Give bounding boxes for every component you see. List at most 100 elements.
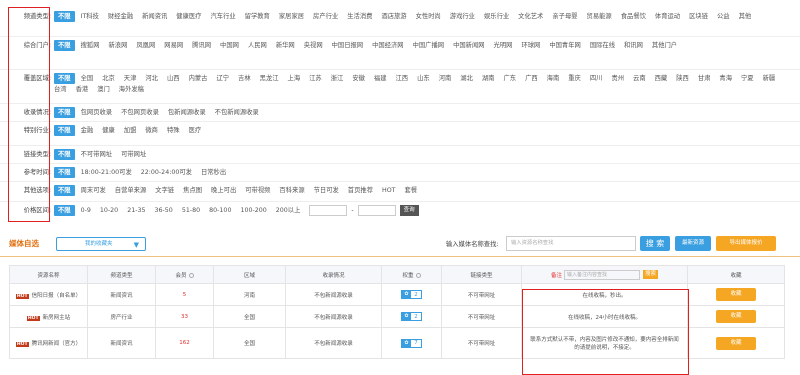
filter-option[interactable]: 新浪网 <box>108 40 127 51</box>
remark-search-button[interactable]: 搜索 <box>643 270 659 279</box>
filter-option[interactable]: 21-35 <box>127 205 145 216</box>
filter-option[interactable]: 重庆 <box>568 73 581 84</box>
filter-option[interactable]: 搜狐网 <box>81 40 100 51</box>
filter-option[interactable]: 医疗 <box>189 125 202 136</box>
filter-option[interactable]: 中国经济网 <box>372 40 403 51</box>
filter-option[interactable]: 22:00-24:00可发 <box>141 167 192 178</box>
favorite-button[interactable]: 收藏 <box>716 288 756 301</box>
filter-option[interactable]: 不包新闻源收录 <box>215 107 259 118</box>
filter-option[interactable]: HOT <box>382 185 396 196</box>
filter-option[interactable]: 宁夏 <box>741 73 754 84</box>
cell-name[interactable]: HOT 腾讯网新闻（官方） <box>9 327 88 359</box>
filter-option[interactable]: IT科技 <box>81 11 99 22</box>
filter-option[interactable]: 51-80 <box>182 205 200 216</box>
filter-option[interactable]: 公益 <box>717 11 730 22</box>
filter-option[interactable]: 山东 <box>417 73 430 84</box>
filter-option[interactable]: 香港 <box>76 84 89 95</box>
filter-option[interactable]: 游戏行业 <box>450 11 475 22</box>
filter-option[interactable]: 江西 <box>396 73 409 84</box>
filter-option[interactable]: 金融 <box>81 125 94 136</box>
filter-option[interactable]: 四川 <box>590 73 603 84</box>
filter-option[interactable]: 青海 <box>719 73 732 84</box>
filter-option[interactable]: 广东 <box>503 73 516 84</box>
filter-option[interactable]: 可带网址 <box>121 149 146 160</box>
filter-option[interactable]: 贸易能源 <box>587 11 612 22</box>
filter-option[interactable]: 天津 <box>124 73 137 84</box>
filter-option[interactable]: 生活消费 <box>347 11 372 22</box>
filter-option[interactable]: 和讯网 <box>624 40 643 51</box>
filter-unlimited[interactable]: 不限 <box>54 73 75 84</box>
filter-option[interactable]: 新疆 <box>763 73 776 84</box>
filter-option[interactable]: 酒店旅游 <box>381 11 406 22</box>
filter-option[interactable]: 不包网页收录 <box>121 107 159 118</box>
filter-option[interactable]: 山西 <box>167 73 180 84</box>
filter-option[interactable]: 女性时尚 <box>416 11 441 22</box>
filter-option[interactable]: 18:00-21:00可发 <box>81 167 132 178</box>
filter-option[interactable]: 文化艺术 <box>518 11 543 22</box>
filter-option[interactable]: 黑龙江 <box>260 73 279 84</box>
filter-option[interactable]: 100-200 <box>240 205 266 216</box>
filter-option[interactable]: 文字链 <box>155 185 174 196</box>
filter-option[interactable]: 中国新闻网 <box>453 40 484 51</box>
filter-option[interactable]: 周末可发 <box>81 185 106 196</box>
filter-option[interactable]: 微商 <box>145 125 158 136</box>
filter-option[interactable]: 甘肃 <box>698 73 711 84</box>
filter-unlimited[interactable]: 不限 <box>54 167 75 178</box>
filter-option[interactable]: 食品餐饮 <box>621 11 646 22</box>
filter-option[interactable]: 台湾 <box>54 84 67 95</box>
favorite-button[interactable]: 收藏 <box>716 336 756 350</box>
filter-option[interactable]: 包新闻源收录 <box>168 107 206 118</box>
filter-option[interactable]: 不可带网址 <box>81 149 112 160</box>
filter-option[interactable]: 上海 <box>288 73 301 84</box>
filter-unlimited[interactable]: 不限 <box>54 40 75 51</box>
filter-option[interactable]: 其他 <box>739 11 752 22</box>
filter-option[interactable]: 0-9 <box>81 205 91 216</box>
filter-option[interactable]: 人民网 <box>248 40 267 51</box>
filter-unlimited[interactable]: 不限 <box>54 149 75 160</box>
cell-name[interactable]: HOT 信阳日报（自名单） <box>9 283 88 306</box>
cell-name[interactable]: HOT 新房网主站 <box>9 305 88 328</box>
price-max-input[interactable] <box>357 205 396 216</box>
filter-option[interactable]: 安徽 <box>352 73 365 84</box>
filter-option[interactable]: 200以上 <box>276 205 301 216</box>
filter-option[interactable]: 健康医疗 <box>176 11 201 22</box>
filter-option[interactable]: 中国青年网 <box>549 40 580 51</box>
filter-option[interactable]: 包网页收录 <box>81 107 112 118</box>
filter-option[interactable]: 河南 <box>439 73 452 84</box>
filter-option[interactable]: 自营单来源 <box>115 185 146 196</box>
filter-option[interactable]: 焦点图 <box>183 185 202 196</box>
filter-option[interactable]: 健康 <box>102 125 115 136</box>
col-weight[interactable]: 权重 <box>381 265 442 284</box>
filter-option[interactable]: 汽车行业 <box>210 11 235 22</box>
filter-option[interactable]: 云南 <box>633 73 646 84</box>
filter-option[interactable]: 财经金融 <box>108 11 133 22</box>
favorite-button[interactable]: 收藏 <box>716 310 756 323</box>
search-button[interactable]: 搜 索 <box>640 236 670 251</box>
media-search-input[interactable]: 输入资源名称查找 <box>506 236 636 251</box>
filter-option[interactable]: 区块链 <box>689 11 708 22</box>
filter-option[interactable]: 北京 <box>102 73 115 84</box>
filter-option[interactable]: 节日可发 <box>314 185 339 196</box>
filter-option[interactable]: 体育运动 <box>655 11 680 22</box>
filter-option[interactable]: 浙江 <box>331 73 344 84</box>
filter-option[interactable]: 娱乐行业 <box>484 11 509 22</box>
filter-unlimited[interactable]: 不限 <box>54 107 75 118</box>
filter-option[interactable]: 光明网 <box>494 40 513 51</box>
filter-option[interactable]: 中国日报网 <box>332 40 363 51</box>
filter-unlimited[interactable]: 不限 <box>54 11 75 22</box>
filter-option[interactable]: 西藏 <box>655 73 668 84</box>
export-price-button[interactable]: 导出媒体报价 <box>716 236 776 251</box>
filter-unlimited[interactable]: 不限 <box>54 125 75 136</box>
filter-option[interactable]: 吉林 <box>238 73 251 84</box>
filter-option[interactable]: 环球网 <box>521 40 540 51</box>
filter-option[interactable]: 网易网 <box>164 40 183 51</box>
filter-option[interactable]: 晚上可出 <box>211 185 236 196</box>
filter-option[interactable]: 海外发稿 <box>119 84 144 95</box>
filter-option[interactable]: 10-20 <box>100 205 118 216</box>
filter-option[interactable]: 中国广播网 <box>413 40 444 51</box>
price-query-button[interactable]: 查询 <box>399 205 419 216</box>
filter-option[interactable]: 套餐 <box>405 185 418 196</box>
filter-option[interactable]: 福建 <box>374 73 387 84</box>
filter-option[interactable]: 房产行业 <box>313 11 338 22</box>
filter-option[interactable]: 陕西 <box>676 73 689 84</box>
